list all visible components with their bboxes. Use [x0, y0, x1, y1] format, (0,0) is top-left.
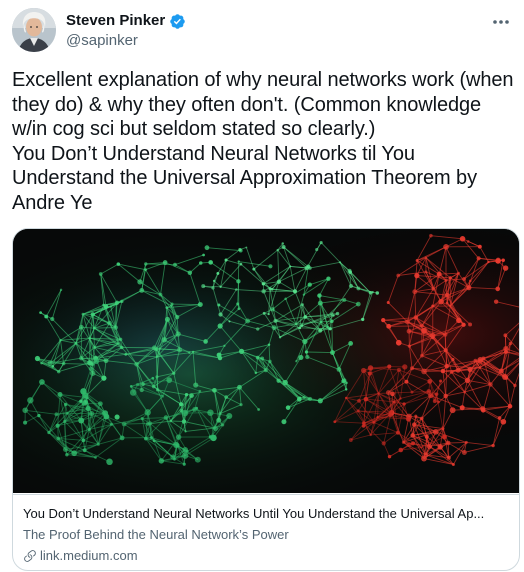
more-options-icon[interactable]	[490, 12, 512, 32]
author-handle[interactable]: @sapinker	[66, 32, 186, 50]
card-description: The Proof Behind the Neural Network’s Po…	[23, 527, 289, 542]
card-image[interactable]	[13, 229, 519, 493]
verified-badge-icon	[169, 13, 186, 30]
tweet[interactable]: Steven Pinker @sapinker Excellent explan…	[0, 0, 524, 572]
tweet-text: Excellent explanation of why neural netw…	[12, 69, 514, 214]
link-icon	[23, 549, 37, 563]
card-title: You Don’t Understand Neural Networks Unt…	[23, 506, 485, 521]
avatar[interactable]	[12, 8, 56, 52]
card-meta: You Don’t Understand Neural Networks Unt…	[13, 494, 519, 570]
card-domain-row: link.medium.com	[23, 547, 507, 564]
card-domain[interactable]: link.medium.com	[40, 547, 138, 564]
link-card[interactable]: You Don’t Understand Neural Networks Unt…	[12, 228, 520, 571]
tweet-header: Steven Pinker @sapinker	[12, 8, 512, 54]
neural-network-image	[13, 229, 519, 493]
author-names: Steven Pinker @sapinker	[66, 12, 186, 50]
display-name[interactable]: Steven Pinker	[66, 12, 165, 30]
